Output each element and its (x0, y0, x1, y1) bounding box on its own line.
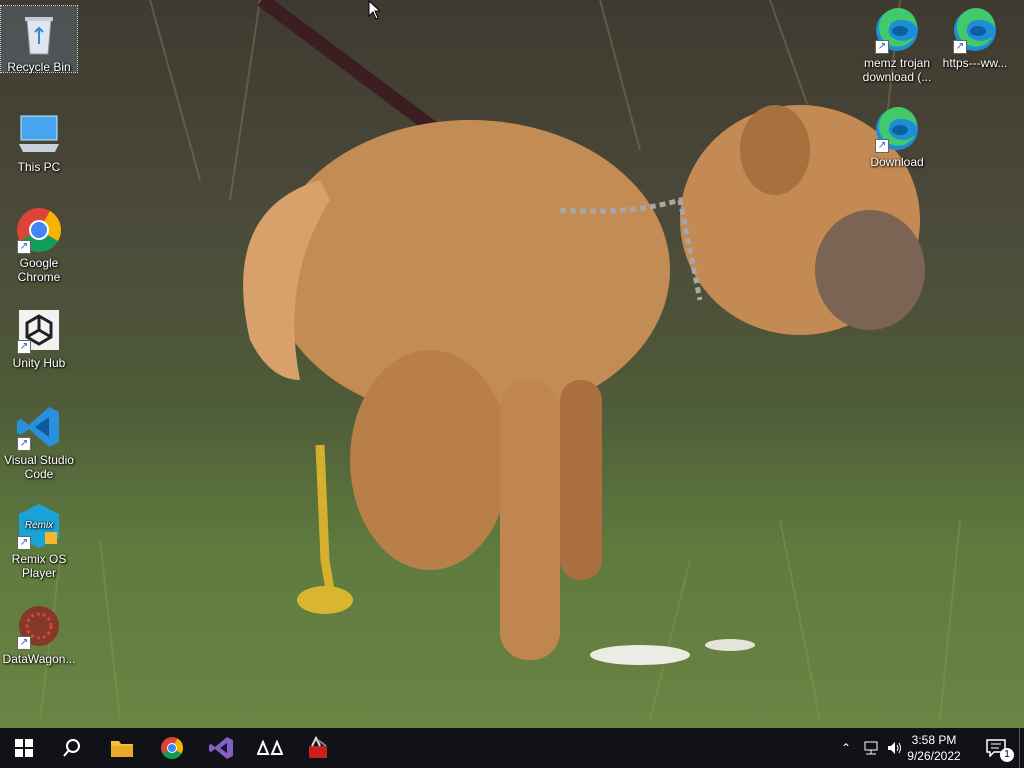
desktop-icon-label: This PC (17, 160, 61, 174)
desktop-icon-this-pc[interactable]: This PC (1, 106, 77, 174)
desktop-icon-remix-os[interactable]: Remix ↗ Remix OS Player (1, 498, 77, 580)
recycle-bin-icon (15, 10, 63, 58)
action-center-button[interactable]: 1 (986, 736, 1014, 762)
desktop-icon-google-chrome[interactable]: ↗ Google Chrome (1, 202, 77, 284)
desktop-icon-label: Recycle Bin (7, 60, 71, 74)
shortcut-arrow-icon: ↗ (17, 636, 31, 650)
search-icon (63, 739, 80, 757)
desktop-icon-unity-hub[interactable]: ↗ Unity Hub (1, 302, 77, 370)
file-explorer-icon (111, 741, 133, 757)
shortcut-arrow-icon: ↗ (875, 40, 889, 54)
taskbar-visual-studio[interactable] (197, 728, 245, 768)
taskbar-memz[interactable] (294, 728, 342, 768)
edge-icon: ↗ (951, 6, 999, 54)
chrome-icon (161, 737, 183, 759)
desktop-icon-recycle-bin[interactable]: Recycle Bin (0, 5, 78, 74)
unity-hub-icon: ↗ (15, 306, 63, 354)
taskbar: ⌃ 3:58 PM 9/26/2022 1 (0, 728, 1024, 768)
svg-text:Remix: Remix (25, 520, 54, 531)
desktop-icon-label: DataWagon... (2, 652, 76, 666)
desktop-icon-vscode[interactable]: ↗ Visual Studio Code (1, 399, 77, 481)
start-button[interactable] (0, 728, 48, 768)
shortcut-arrow-icon: ↗ (17, 437, 31, 451)
desktop-icon-label: memz trojan download (... (862, 56, 932, 84)
notification-count-badge: 1 (1000, 748, 1014, 762)
tray-network[interactable] (860, 728, 882, 768)
shortcut-arrow-icon: ↗ (17, 536, 31, 550)
desktop-icon-https-link[interactable]: ↗ https---ww... (937, 2, 1013, 70)
chrome-icon: ↗ (15, 206, 63, 254)
desktop-icon-label: Download (870, 155, 924, 169)
this-pc-icon (15, 110, 63, 158)
desktop-icon-label: Unity Hub (12, 356, 66, 370)
vscode-icon: ↗ (15, 403, 63, 451)
desktop-icon-label: https---ww... (942, 56, 1008, 70)
visual-studio-icon (209, 737, 233, 759)
taskbar-file-explorer[interactable] (98, 728, 146, 768)
windows-start-icon (15, 739, 33, 757)
show-desktop-button[interactable] (1019, 728, 1024, 768)
desktop-icon-download[interactable]: ↗ Download (859, 101, 935, 169)
desktop-icon-label: Remix OS Player (11, 552, 67, 580)
taskbar-clock[interactable]: 3:58 PM 9/26/2022 (902, 732, 966, 764)
tray-overflow-button[interactable]: ⌃ (836, 728, 856, 768)
shortcut-arrow-icon: ↗ (953, 40, 967, 54)
unity-hub-icon (257, 740, 283, 755)
taskbar-chrome[interactable] (148, 728, 196, 768)
desktop-icon-datawagon[interactable]: ↗ DataWagon... (1, 598, 77, 666)
shortcut-arrow-icon: ↗ (875, 139, 889, 153)
mouse-cursor-icon (368, 0, 382, 25)
desktop-icon-label: Google Chrome (17, 256, 61, 284)
clock-date: 9/26/2022 (907, 749, 961, 763)
memz-icon (309, 736, 327, 758)
desktop-icon-memz-trojan-download[interactable]: ↗ memz trojan download (... (859, 2, 935, 84)
taskbar-unity-hub[interactable] (246, 728, 294, 768)
chevron-up-icon: ⌃ (840, 741, 852, 755)
clock-time: 3:58 PM (911, 733, 957, 747)
edge-icon: ↗ (873, 6, 921, 54)
network-icon (864, 741, 878, 755)
search-button[interactable] (48, 728, 96, 768)
datawagon-icon: ↗ (15, 602, 63, 650)
shortcut-arrow-icon: ↗ (17, 340, 31, 354)
volume-icon (888, 742, 901, 754)
edge-icon: ↗ (873, 105, 921, 153)
desktop-icon-label: Visual Studio Code (4, 453, 74, 481)
remix-os-icon: Remix ↗ (15, 502, 63, 550)
shortcut-arrow-icon: ↗ (17, 240, 31, 254)
